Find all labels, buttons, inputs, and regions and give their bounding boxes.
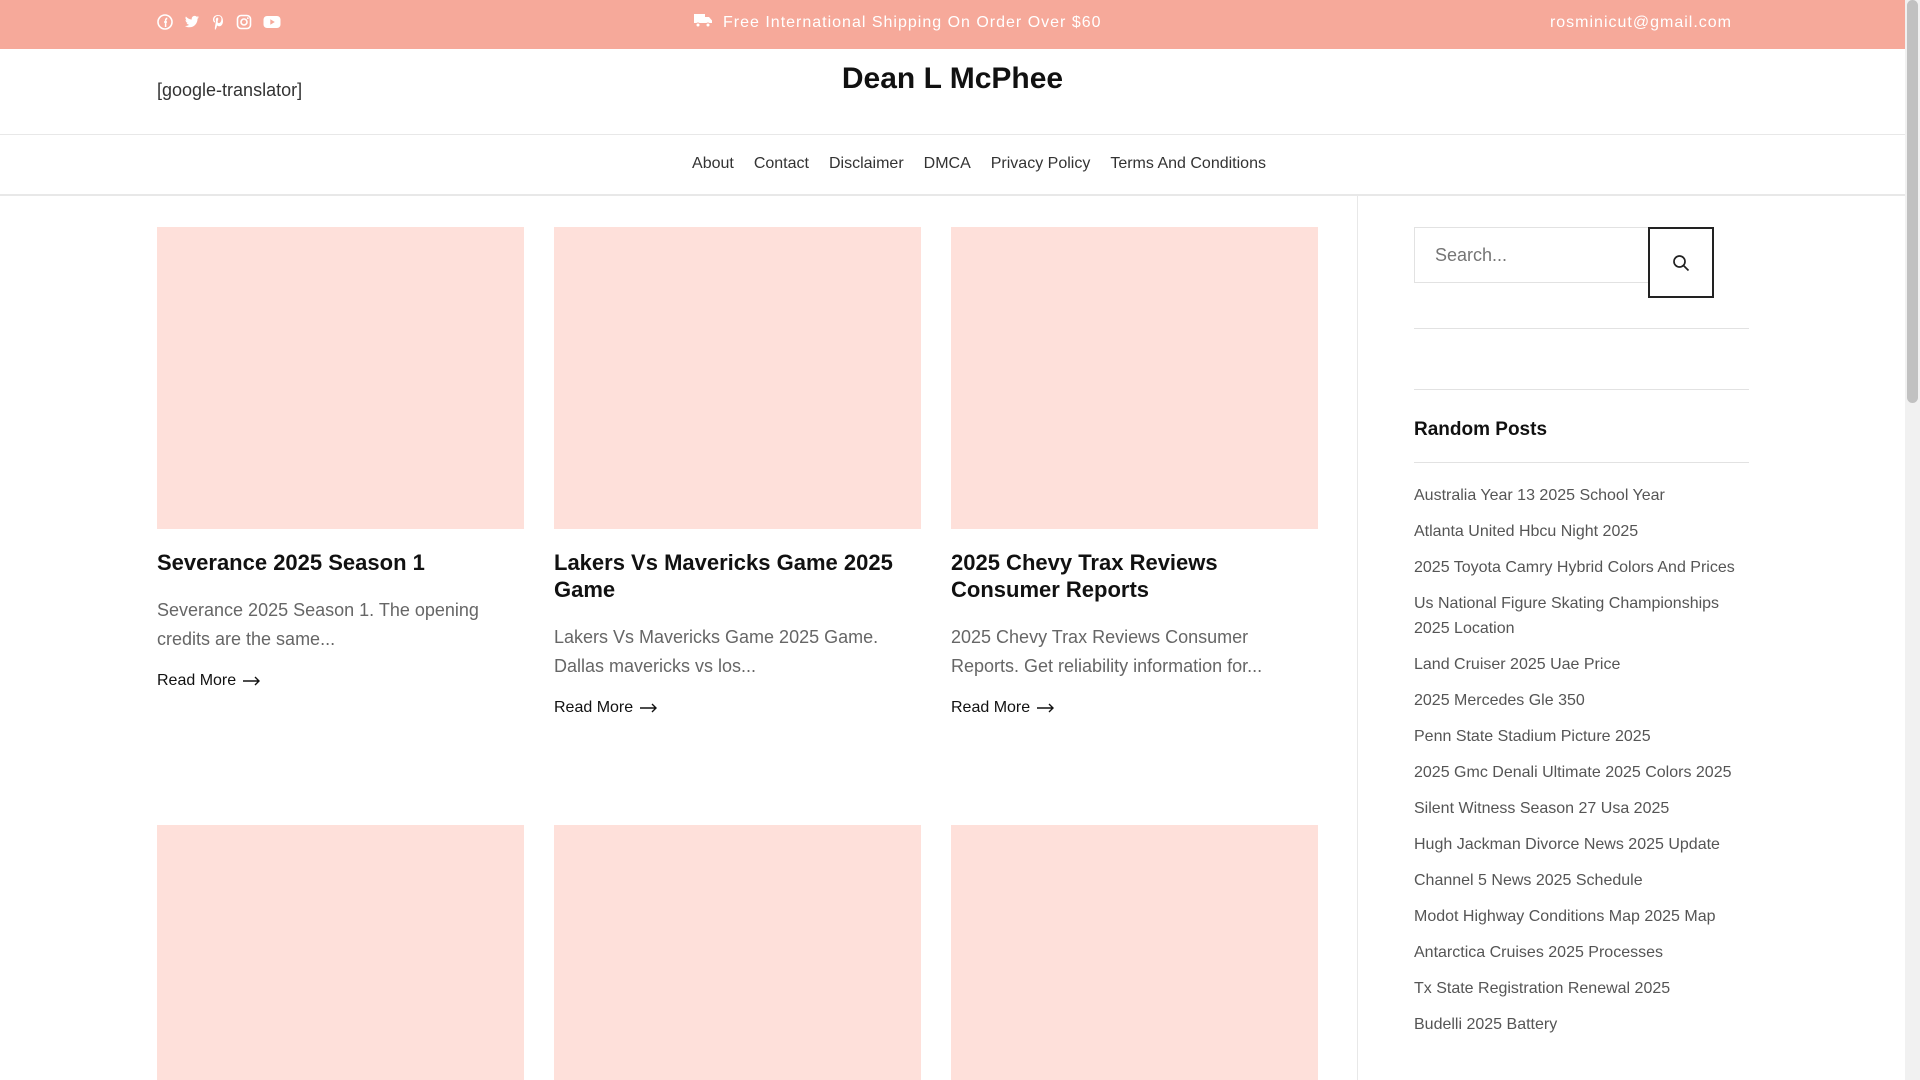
post-title[interactable]: Severance 2025 Season 1 — [157, 549, 524, 576]
list-item[interactable]: 2025 Gmc Denali Ultimate 2025 Colors 202… — [1414, 760, 1749, 785]
post-thumbnail[interactable] — [157, 227, 524, 529]
read-more-link[interactable]: Read More — [554, 699, 921, 717]
list-item[interactable]: Modot Highway Conditions Map 2025 Map — [1414, 904, 1749, 929]
truck-icon — [693, 13, 713, 33]
sidebar-divider — [1414, 328, 1749, 329]
read-more-link[interactable]: Read More — [951, 699, 1318, 717]
top-bar: Free International Shipping On Order Ove… — [0, 0, 1905, 49]
post-thumbnail[interactable] — [554, 825, 921, 1080]
post-card — [951, 825, 1318, 1080]
list-item[interactable]: 2025 Mercedes Gle 350 — [1414, 688, 1749, 713]
post-thumbnail[interactable] — [157, 825, 524, 1080]
nav-item-dmca[interactable]: DMCA — [924, 155, 971, 173]
site-title[interactable]: Dean L McPhee — [0, 62, 1905, 96]
post-title[interactable]: Lakers Vs Mavericks Game 2025 Game — [554, 549, 921, 603]
twitter-icon[interactable] — [184, 15, 200, 29]
read-more-label: Read More — [554, 699, 634, 716]
facebook-icon[interactable] — [157, 14, 173, 30]
list-item[interactable]: Antarctica Cruises 2025 Processes — [1414, 940, 1749, 965]
nav-item-disclaimer[interactable]: Disclaimer — [829, 155, 904, 173]
post-card: 2025 Chevy Trax Reviews Consumer Reports… — [951, 227, 1318, 717]
post-title[interactable]: 2025 Chevy Trax Reviews Consumer Reports — [951, 549, 1318, 603]
random-posts-list: Australia Year 13 2025 School Year Atlan… — [1414, 483, 1749, 1048]
read-more-label: Read More — [157, 672, 237, 689]
shipping-text: Free International Shipping On Order Ove… — [723, 14, 1102, 31]
nav-item-contact[interactable]: Contact — [754, 155, 809, 173]
pinterest-icon[interactable] — [211, 14, 225, 30]
arrow-right-icon — [243, 676, 261, 686]
search-input[interactable] — [1414, 227, 1649, 283]
post-excerpt: Severance 2025 Season 1. The opening cre… — [157, 600, 479, 649]
post-thumbnail[interactable] — [951, 825, 1318, 1080]
post-card: Lakers Vs Mavericks Game 2025 Game Laker… — [554, 227, 921, 717]
search-button[interactable] — [1648, 227, 1714, 298]
post-card — [554, 825, 921, 1080]
list-item[interactable]: Tx State Registration Renewal 2025 — [1414, 976, 1749, 1001]
youtube-icon[interactable] — [263, 15, 281, 29]
post-excerpt: 2025 Chevy Trax Reviews Consumer Reports… — [951, 627, 1263, 676]
shipping-notice: Free International Shipping On Order Ove… — [693, 13, 1102, 33]
main-nav: About Contact Disclaimer DMCA Privacy Po… — [0, 155, 1905, 173]
post-card: Severance 2025 Season 1 Severance 2025 S… — [157, 227, 524, 690]
instagram-icon[interactable] — [236, 14, 252, 30]
nav-item-about[interactable]: About — [692, 155, 734, 173]
social-links — [157, 14, 281, 30]
list-item[interactable]: Us National Figure Skating Championships… — [1414, 591, 1749, 641]
read-more-label: Read More — [951, 699, 1031, 716]
list-item[interactable]: Budelli 2025 Battery — [1414, 1012, 1749, 1037]
contact-email[interactable]: rosminicut@gmail.com — [1550, 14, 1732, 32]
sidebar-divider — [1414, 389, 1749, 390]
search-icon — [1673, 254, 1690, 271]
nav-item-terms[interactable]: Terms And Conditions — [1110, 155, 1266, 173]
list-item[interactable]: Atlanta United Hbcu Night 2025 — [1414, 519, 1749, 544]
post-thumbnail[interactable] — [951, 227, 1318, 529]
list-item[interactable]: Australia Year 13 2025 School Year — [1414, 483, 1749, 508]
list-item[interactable]: Channel 5 News 2025 Schedule — [1414, 868, 1749, 893]
post-card — [157, 825, 524, 1080]
scrollbar-thumb[interactable] — [1907, 0, 1918, 403]
arrow-right-icon — [1037, 703, 1055, 713]
post-thumbnail[interactable] — [554, 227, 921, 529]
post-excerpt: Lakers Vs Mavericks Game 2025 Game. Dall… — [554, 627, 879, 676]
header-divider — [0, 134, 1905, 135]
list-item[interactable]: Hugh Jackman Divorce News 2025 Update — [1414, 832, 1749, 857]
read-more-link[interactable]: Read More — [157, 672, 524, 690]
nav-divider — [0, 194, 1905, 196]
list-item[interactable]: 2025 Toyota Camry Hybrid Colors And Pric… — [1414, 555, 1749, 580]
random-posts-title: Random Posts — [1414, 419, 1548, 440]
arrow-right-icon — [640, 703, 658, 713]
nav-item-privacy-policy[interactable]: Privacy Policy — [991, 155, 1091, 173]
list-item[interactable]: Land Cruiser 2025 Uae Price — [1414, 652, 1749, 677]
list-item[interactable]: Silent Witness Season 27 Usa 2025 — [1414, 796, 1749, 821]
sidebar-divider — [1357, 196, 1358, 1080]
list-item[interactable]: Penn State Stadium Picture 2025 — [1414, 724, 1749, 749]
sidebar-divider — [1414, 462, 1749, 463]
